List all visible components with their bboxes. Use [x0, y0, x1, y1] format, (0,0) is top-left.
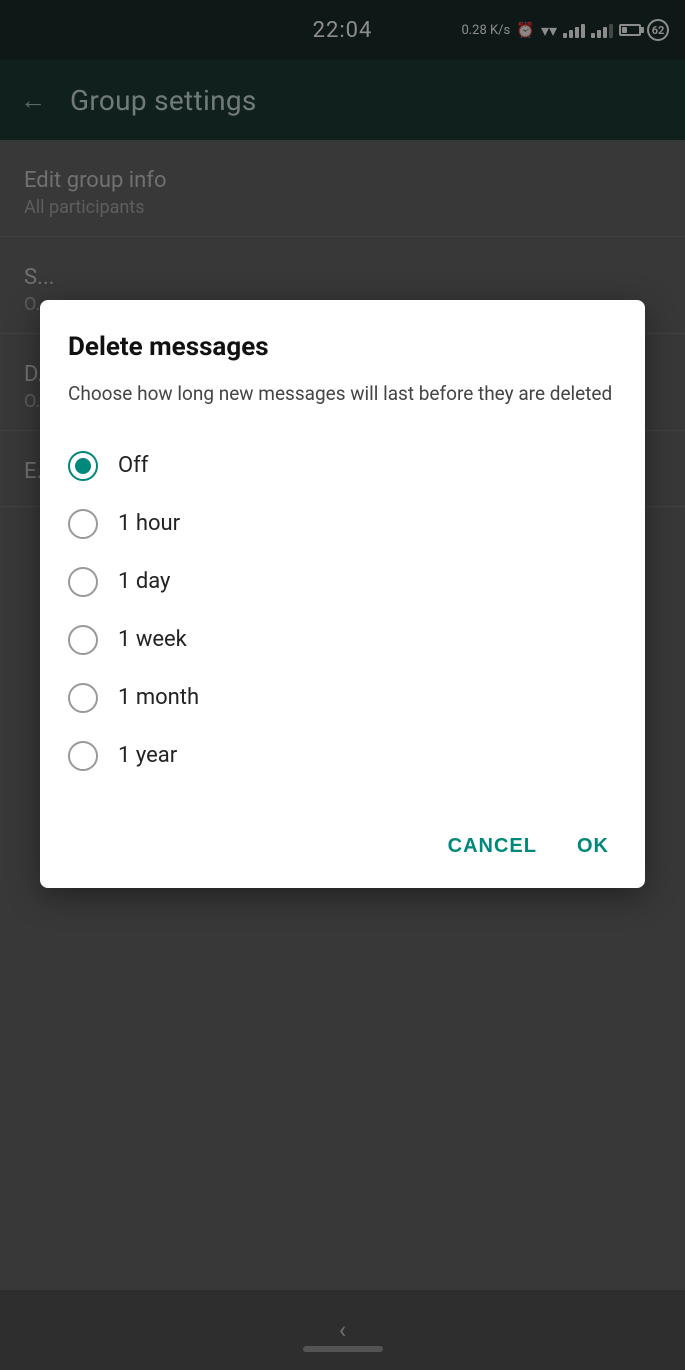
radio-label-1day: 1 day: [118, 569, 170, 594]
dialog-actions: CANCEL OK: [68, 813, 617, 868]
radio-option-1month[interactable]: 1 month: [68, 669, 617, 727]
radio-label-1week: 1 week: [118, 627, 187, 652]
radio-option-off[interactable]: Off: [68, 437, 617, 495]
radio-inner-off: [75, 458, 91, 474]
dialog-title: Delete messages: [68, 332, 617, 362]
radio-circle-1month[interactable]: [68, 683, 98, 713]
radio-circle-1hour[interactable]: [68, 509, 98, 539]
delete-messages-dialog: Delete messages Choose how long new mess…: [40, 300, 645, 888]
cancel-button[interactable]: CANCEL: [440, 825, 545, 868]
radio-option-1day[interactable]: 1 day: [68, 553, 617, 611]
dialog-description: Choose how long new messages will last b…: [68, 380, 617, 409]
radio-label-off: Off: [118, 453, 148, 478]
radio-option-1hour[interactable]: 1 hour: [68, 495, 617, 553]
radio-label-1hour: 1 hour: [118, 511, 180, 536]
radio-label-1month: 1 month: [118, 685, 199, 710]
radio-option-1week[interactable]: 1 week: [68, 611, 617, 669]
radio-circle-1year[interactable]: [68, 741, 98, 771]
radio-circle-1week[interactable]: [68, 625, 98, 655]
radio-circle-off[interactable]: [68, 451, 98, 481]
radio-circle-1day[interactable]: [68, 567, 98, 597]
radio-label-1year: 1 year: [118, 743, 177, 768]
radio-option-1year[interactable]: 1 year: [68, 727, 617, 785]
ok-button[interactable]: OK: [569, 825, 617, 868]
